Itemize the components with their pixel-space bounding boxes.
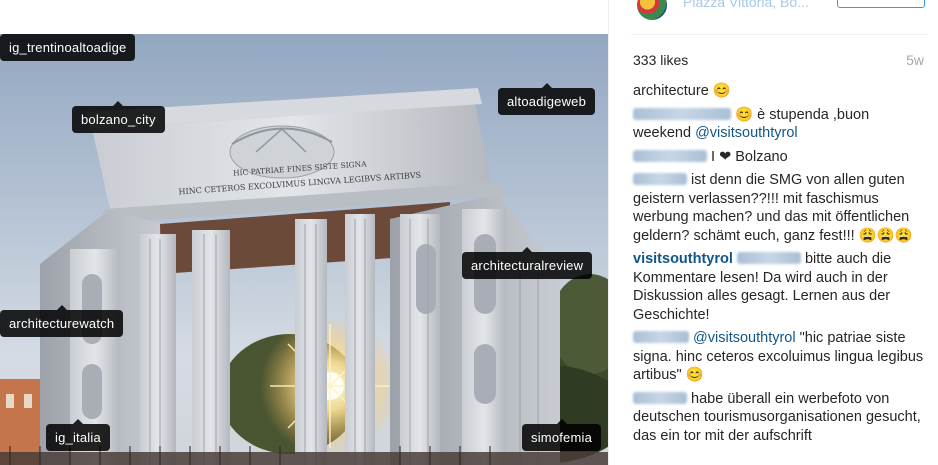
- comment: architecture 😊: [633, 82, 927, 101]
- mention-link[interactable]: @visitsouthtyrol: [693, 330, 796, 346]
- user-tag[interactable]: bolzano_city: [72, 101, 165, 133]
- likes-count[interactable]: 333 likes: [633, 52, 688, 68]
- location-link[interactable]: Piazza Vittoria, Bo...: [683, 0, 809, 10]
- follow-button[interactable]: [837, 0, 925, 8]
- comment-username[interactable]: visitsouthtyrol: [633, 251, 733, 267]
- comment-username-redacted[interactable]: [633, 107, 731, 120]
- post-details-panel: Piazza Vittoria, Bo... 333 likes 5w arch…: [608, 0, 938, 465]
- divider: [631, 34, 927, 35]
- comment-text: architecture 😊: [633, 83, 731, 99]
- avatar[interactable]: [635, 0, 669, 22]
- comment: 😊 è stupenda ,buon weekend @visitsouthty…: [633, 106, 927, 143]
- comment: @visitsouthtyrol "hic patriae siste sign…: [633, 329, 927, 385]
- comment-username-redacted[interactable]: [633, 173, 687, 185]
- comment-username-redacted[interactable]: [633, 331, 689, 343]
- user-tag[interactable]: ig_italia: [46, 419, 110, 451]
- user-tag[interactable]: simofemia: [522, 419, 602, 451]
- post-age[interactable]: 5w: [906, 52, 924, 68]
- mention-redacted[interactable]: [736, 252, 801, 264]
- comment-username-redacted[interactable]: [633, 391, 687, 404]
- user-tag[interactable]: architecturewatch: [0, 305, 124, 337]
- comment-username-redacted[interactable]: [633, 149, 707, 162]
- comment: visitsouthtyrol bitte auch die Kommentar…: [633, 250, 927, 324]
- comment-text: I ❤ Bolzano: [707, 148, 788, 165]
- user-tag[interactable]: architecturalreview: [462, 247, 593, 279]
- post-header: Piazza Vittoria, Bo...: [609, 0, 938, 34]
- user-tag[interactable]: ig_trentinoaltoadige: [0, 34, 136, 61]
- comment: I ❤ Bolzano: [633, 148, 927, 167]
- mention-link[interactable]: @visitsouthtyrol: [695, 125, 798, 141]
- comment: habe überall ein werbefoto von deutschen…: [633, 390, 927, 446]
- user-tag[interactable]: altoadigeweb: [498, 83, 596, 115]
- comments-list: architecture 😊 😊 è stupenda ,buon weeken…: [633, 82, 927, 450]
- post-photo[interactable]: HIC PATRIAE FINES SISTE SIGNA HINC CETER…: [0, 34, 608, 465]
- comment: ist denn die SMG von allen guten geister…: [633, 171, 927, 245]
